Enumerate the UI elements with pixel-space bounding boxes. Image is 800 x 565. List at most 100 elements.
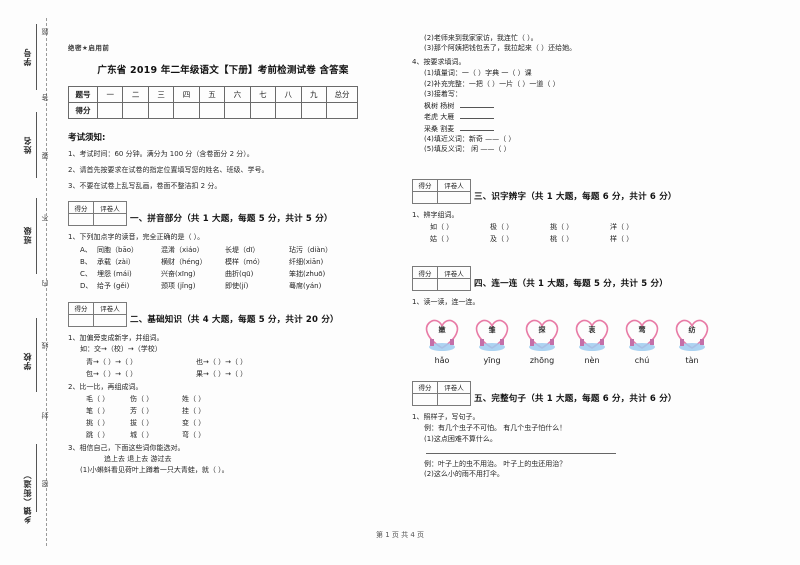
grader-marker-cell-2[interactable] (93, 313, 127, 327)
question-2-3-words: 追上去 退上去 游过去 (104, 455, 172, 464)
score-cell-total[interactable] (326, 102, 358, 119)
q2-1-r1-c1: 青→（ ）→（ ） (86, 357, 138, 366)
score-cell-8[interactable] (275, 102, 302, 119)
section-matching: 得分 评卷人 四、连一连（共 1 大题，每题 5 分，共计 5 分） 1、读一读… (412, 266, 720, 365)
table-row (412, 190, 471, 204)
grader-marker-cell-1[interactable] (93, 213, 127, 227)
pinyin-label-3[interactable]: zhōng (520, 356, 564, 365)
question-2-3-item-2: (2)老师来到我家家访，我连忙（ ）。 (424, 34, 538, 42)
score-cell-7[interactable] (249, 102, 277, 119)
question-5-item-2: (2)这么小的雨不用打伞。 (424, 470, 504, 479)
heart-icon-4: 衷 (570, 314, 614, 354)
confidential-tag: 绝密★启用前 (68, 44, 110, 52)
score-cell-5[interactable] (198, 102, 226, 119)
column-right: (2)老师来到我家家访，我连忙（ ）。 (3)那个阿姨把钱包丢了，我拉起来（ ）… (412, 30, 720, 481)
field-rule-2 (36, 112, 37, 178)
table-row-score: 得分 (68, 102, 358, 119)
q3-r2-c2: 及（ ） (490, 235, 514, 244)
pinyin-label-6[interactable]: tàn (670, 356, 714, 365)
question-2-1-example: 如：交→（校）→（学校） (80, 345, 162, 354)
heart-char-1: 嫩 (438, 325, 446, 334)
matching-item-6[interactable]: 纺 (670, 314, 714, 354)
question-2-4-item-1: (1)填量词：一（ ）字典 一（ ）课 (424, 69, 532, 78)
heart-char-3: 探 (538, 325, 546, 334)
pinyin-label-4[interactable]: nèn (570, 356, 614, 365)
matching-item-2[interactable]: 雏 (470, 314, 514, 354)
option-lead-c: C、 (80, 269, 92, 278)
score-cell-4[interactable] (173, 102, 200, 119)
option-c-item-2: 兴奋(xīng) (161, 269, 196, 278)
seal-text-1: 题 (41, 26, 49, 35)
question-2-2: 2、比一比，再组成词。 (68, 382, 143, 391)
section-title-4: 四、连一连（共 1 大题，每题 5 分，共计 5 分） (474, 279, 668, 290)
q2-1-r2-c1: 包→（ ）→（ ） (86, 369, 138, 378)
writing-blank-2[interactable] (460, 112, 495, 120)
question-2-2-row-2: 笔（ ） 芳（ ） 挂（ ） (68, 406, 376, 416)
score-cell-1[interactable] (96, 102, 124, 119)
writing-blank-1[interactable] (460, 101, 495, 108)
writing-blank-3[interactable] (460, 124, 495, 131)
question-1-1: 1、下列加点字的读音，完全正确的是（ ）。 (68, 233, 205, 242)
option-d-item-2: 颈项 (jǐng) (161, 281, 196, 290)
score-table-col-3: 三 (147, 86, 175, 103)
question-2-4-item-4: (4)填近义词：新奇 ——（ ） (424, 134, 516, 143)
q3-r2-c1: 姑（ ） (430, 235, 454, 244)
notice-title: 考试须知: (68, 133, 106, 143)
grader-marker-cell-3[interactable] (437, 190, 471, 204)
question-2-2-row-4: 跳（ ） 城（ ） 弯（ ） (68, 430, 376, 440)
q3-r1-c3: 挑（ ） (550, 223, 574, 232)
q2-2-r3-c2: 拔（ ） (130, 419, 154, 427)
q2-2-r3-c1: 挑（ ） (86, 419, 110, 427)
grader-score-cell-1[interactable] (68, 213, 94, 227)
field-rule-3 (36, 198, 37, 274)
grader-score-label-1: 得分 (68, 201, 94, 215)
writing-pair-1: 枫树 杨树 (424, 101, 455, 110)
option-row-d: D、 给予 (gěi) 颈项 (jǐng) 即使(jí) 蓦席(yán) (68, 281, 376, 291)
grader-marker-label-1: 评卷人 (93, 201, 127, 215)
grader-score-cell-2[interactable] (68, 313, 94, 327)
matching-item-3[interactable]: 探 (520, 314, 564, 354)
question-5-example-2: 例：叶子上的虫不用治。 叶子上的虫还用治？ (424, 460, 567, 468)
score-table-col-1: 一 (96, 86, 124, 103)
answer-line-1[interactable] (426, 452, 616, 454)
option-d-item-4: 蓦席(yán) (289, 281, 322, 290)
grader-score-cell-5[interactable] (412, 392, 438, 406)
grader-marker-cell-4[interactable] (437, 278, 471, 292)
table-row: 得分 评卷人 (412, 178, 471, 192)
question-2-4-item-3: (3)接着写： (424, 90, 462, 99)
matching-item-1[interactable]: 嫩 (420, 314, 464, 354)
q2-2-r1-c1: 毛（ ） (86, 395, 110, 403)
table-row: 得分 评卷人 (412, 266, 471, 280)
page-title: 广东省 2019 年二年级语文【下册】考前检测试卷 含答案 (97, 65, 349, 76)
matching-item-4[interactable]: 衷 (570, 314, 614, 354)
seal-text-5: 内 (41, 278, 49, 287)
question-3-1-row-1: 如（ ） 极（ ） 挑（ ） 洋（ ） (412, 222, 720, 232)
grader-marker-cell-5[interactable] (437, 392, 471, 406)
section-title-3: 三、识字辨字（共 1 大题，每题 6 分，共计 6 分） (474, 191, 677, 202)
score-table-label-0: 题号 (68, 86, 98, 103)
score-table-total-label: 总分 (326, 86, 358, 103)
heart-icon-5: 莺 (620, 314, 664, 354)
question-2-3-item-3: (3)那个阿姨把钱包丢了，我拉起来（ ）还给她。 (424, 44, 577, 53)
table-row (412, 278, 471, 292)
pinyin-label-2[interactable]: yīng (470, 356, 514, 365)
section-header-1: 得分 评卷人 一、拼音部分（共 1 大题，每题 5 分，共计 5 分） (68, 201, 376, 229)
matching-item-5[interactable]: 莺 (620, 314, 664, 354)
score-table-col-7: 七 (249, 86, 277, 103)
score-cell-9[interactable] (300, 102, 327, 119)
score-cell-3[interactable] (147, 102, 175, 119)
pinyin-label-1[interactable]: hǎo (420, 356, 464, 365)
notice-line-3: 3、不要在试卷上乱写乱画，卷面不整洁扣 2 分。 (68, 181, 222, 190)
pinyin-label-5[interactable]: chú (620, 356, 664, 365)
q2-1-r2-c2: 果→（ ）→（ ） (196, 369, 248, 378)
grader-score-cell-3[interactable] (412, 190, 438, 204)
option-d-item-1: 给予 (gěi) (97, 281, 130, 290)
grader-box-1: 得分 评卷人 (68, 201, 127, 227)
score-table-col-9: 九 (300, 86, 327, 103)
q2-2-r4-c2: 城（ ） (130, 431, 154, 439)
score-cell-6[interactable] (224, 102, 251, 119)
score-cell-2[interactable] (122, 102, 149, 119)
option-b-item-3: 模样（mó） (225, 257, 265, 266)
grader-score-cell-4[interactable] (412, 278, 438, 292)
option-c-item-3: 曲折(qū) (225, 269, 254, 278)
